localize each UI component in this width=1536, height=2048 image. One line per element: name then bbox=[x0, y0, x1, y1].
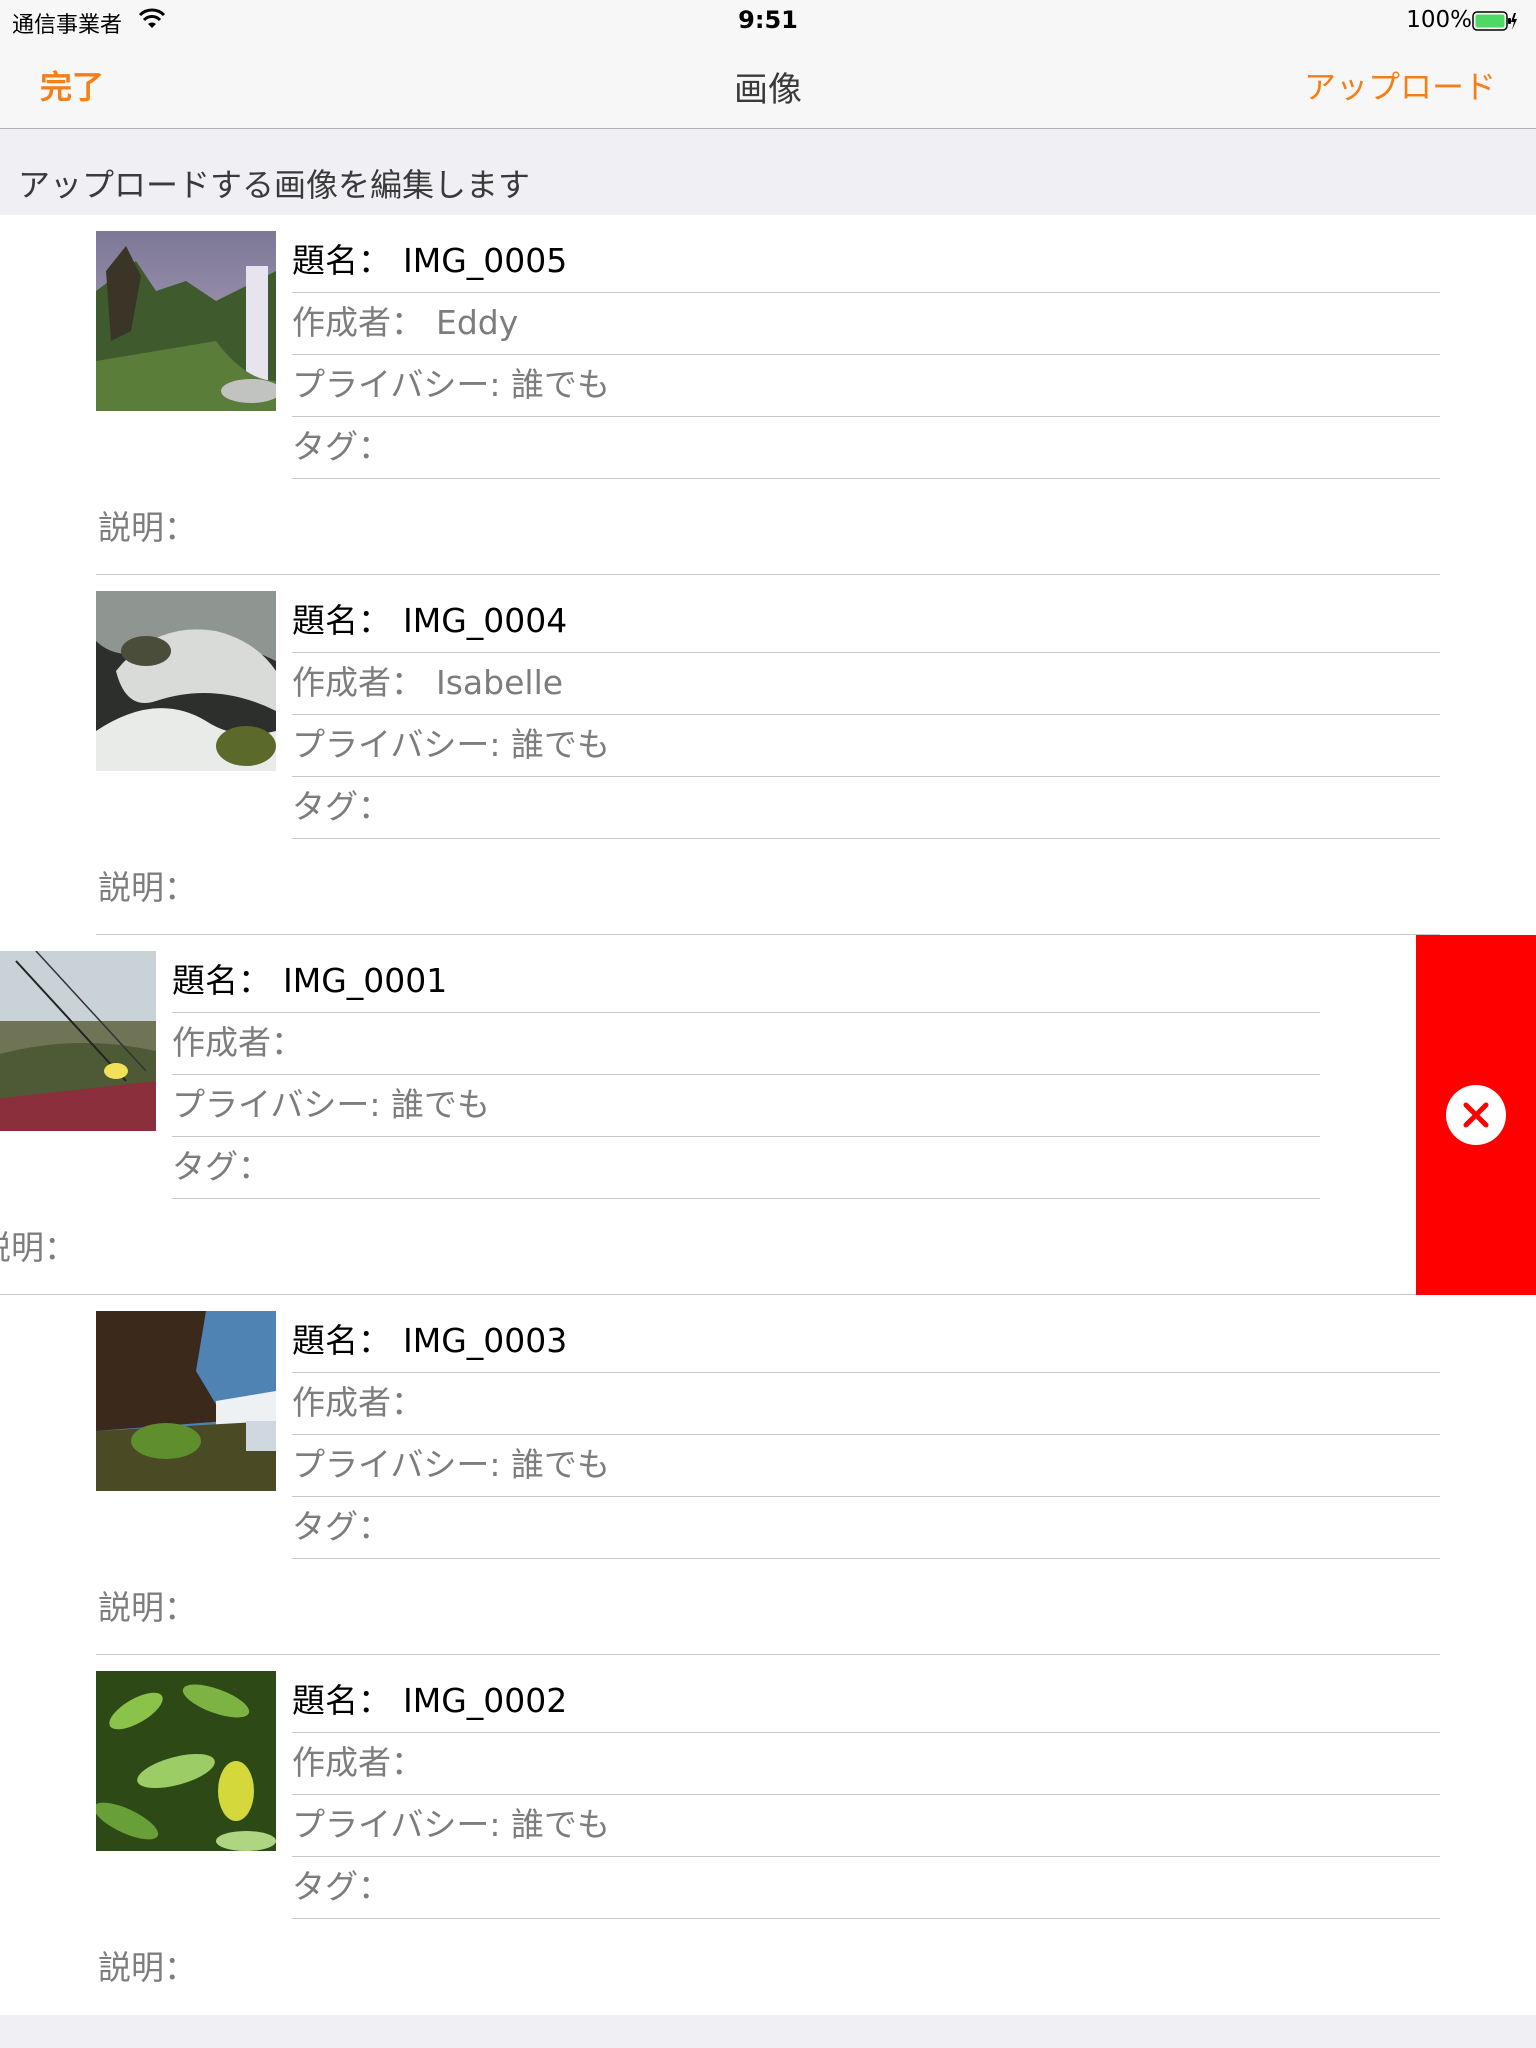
privacy-field[interactable]: プライバシー: 誰でも bbox=[292, 715, 1440, 777]
author-field[interactable]: 作成者： bbox=[292, 1733, 1440, 1795]
description-field[interactable]: 説明： bbox=[96, 1559, 1440, 1655]
title-field[interactable]: 題名： IMG_0005 bbox=[292, 231, 1440, 293]
image-list: 題名： IMG_0005 作成者： Eddy プライバシー: 誰でも タグ： 説明： bbox=[0, 215, 1536, 2015]
tags-field[interactable]: タグ： bbox=[292, 1497, 1440, 1559]
author-field[interactable]: 作成者： Eddy bbox=[292, 293, 1440, 355]
tags-label: タグ： bbox=[292, 1507, 391, 1546]
image-thumbnail bbox=[0, 951, 156, 1131]
image-thumbnail bbox=[96, 231, 276, 411]
privacy-value: プライバシー: 誰でも bbox=[292, 1445, 610, 1484]
title-value: IMG_0002 bbox=[403, 1681, 568, 1720]
image-thumbnail bbox=[96, 1311, 276, 1491]
author-value: Isabelle bbox=[436, 663, 564, 702]
title-value: IMG_0005 bbox=[403, 241, 568, 280]
list-footer bbox=[0, 2015, 1536, 2048]
tags-label: タグ： bbox=[292, 787, 391, 826]
description-label: 説明： bbox=[98, 508, 197, 547]
close-icon[interactable] bbox=[1446, 1085, 1506, 1145]
description-field[interactable]: 説明： bbox=[0, 1199, 1416, 1295]
battery-icon bbox=[1472, 10, 1518, 36]
status-time: 9:51 bbox=[738, 6, 798, 34]
author-label: 作成者： bbox=[292, 1383, 424, 1422]
title-field[interactable]: 題名： IMG_0001 bbox=[172, 951, 1320, 1013]
image-cell[interactable]: 題名： IMG_0003 作成者： プライバシー: 誰でも タグ： 説明： bbox=[0, 1295, 1536, 1655]
image-cell[interactable]: 題名： IMG_0005 作成者： Eddy プライバシー: 誰でも タグ： 説明： bbox=[0, 215, 1536, 575]
privacy-value: プライバシー: 誰でも bbox=[172, 1085, 490, 1124]
privacy-value: プライバシー: 誰でも bbox=[292, 365, 610, 404]
author-label: 作成者： bbox=[172, 1023, 304, 1062]
author-label: 作成者： bbox=[292, 1743, 424, 1782]
tags-label: タグ： bbox=[172, 1147, 271, 1186]
privacy-value: プライバシー: 誰でも bbox=[292, 1805, 610, 1844]
done-button[interactable]: 完了 bbox=[40, 62, 104, 108]
image-cell[interactable]: 題名： IMG_0004 作成者： Isabelle プライバシー: 誰でも タグ：… bbox=[0, 575, 1536, 935]
title-label: 題名： bbox=[292, 1681, 391, 1720]
description-field[interactable]: 説明： bbox=[96, 1919, 1440, 2015]
image-cell-swiped[interactable]: 題名： IMG_0001 作成者： プライバシー: 誰でも タグ： 説明： bbox=[0, 935, 1536, 1295]
description-field[interactable]: 説明： bbox=[96, 479, 1440, 575]
tags-field[interactable]: タグ： bbox=[172, 1137, 1320, 1199]
description-label: 説明： bbox=[98, 1588, 197, 1627]
status-bar: 通信事業者 9:51 100% bbox=[0, 0, 1536, 40]
tags-label: タグ： bbox=[292, 427, 391, 466]
tags-field[interactable]: タグ： bbox=[292, 417, 1440, 479]
title-value: IMG_0003 bbox=[403, 1321, 568, 1360]
description-label: 説明： bbox=[98, 1948, 197, 1987]
tags-label: タグ： bbox=[292, 1867, 391, 1906]
privacy-field[interactable]: プライバシー: 誰でも bbox=[172, 1075, 1320, 1137]
privacy-field[interactable]: プライバシー: 誰でも bbox=[292, 1435, 1440, 1497]
navigation-bar: 完了 画像 アップロード bbox=[0, 40, 1536, 129]
author-field[interactable]: 作成者： bbox=[292, 1373, 1440, 1435]
privacy-field[interactable]: プライバシー: 誰でも bbox=[292, 1795, 1440, 1857]
image-cell[interactable]: 題名： IMG_0002 作成者： プライバシー: 誰でも タグ： 説明： bbox=[0, 1655, 1536, 2015]
privacy-value: プライバシー: 誰でも bbox=[292, 725, 610, 764]
title-field[interactable]: 題名： IMG_0004 bbox=[292, 591, 1440, 653]
title-value: IMG_0001 bbox=[283, 961, 448, 1000]
image-thumbnail bbox=[96, 591, 276, 771]
title-label: 題名： bbox=[292, 601, 391, 640]
upload-button[interactable]: アップロード bbox=[1304, 62, 1496, 108]
author-label: 作成者： bbox=[292, 303, 424, 342]
author-value: Eddy bbox=[436, 303, 519, 342]
description-label: 説明： bbox=[0, 1228, 77, 1267]
tags-field[interactable]: タグ： bbox=[292, 777, 1440, 839]
image-thumbnail bbox=[96, 1671, 276, 1851]
delete-button[interactable] bbox=[1416, 935, 1536, 1295]
tags-field[interactable]: タグ： bbox=[292, 1857, 1440, 1919]
title-value: IMG_0004 bbox=[403, 601, 568, 640]
description-field[interactable]: 説明： bbox=[96, 839, 1440, 935]
title-field[interactable]: 題名： IMG_0002 bbox=[292, 1671, 1440, 1733]
title-label: 題名： bbox=[292, 241, 391, 280]
section-header: アップロードする画像を編集します bbox=[18, 166, 531, 204]
title-label: 題名： bbox=[172, 961, 271, 1000]
author-field[interactable]: 作成者： Isabelle bbox=[292, 653, 1440, 715]
title-label: 題名： bbox=[292, 1321, 391, 1360]
author-label: 作成者： bbox=[292, 663, 424, 702]
description-label: 説明： bbox=[98, 868, 197, 907]
privacy-field[interactable]: プライバシー: 誰でも bbox=[292, 355, 1440, 417]
battery-percent: 100% bbox=[1406, 7, 1472, 33]
title-field[interactable]: 題名： IMG_0003 bbox=[292, 1311, 1440, 1373]
author-field[interactable]: 作成者： bbox=[172, 1013, 1320, 1075]
